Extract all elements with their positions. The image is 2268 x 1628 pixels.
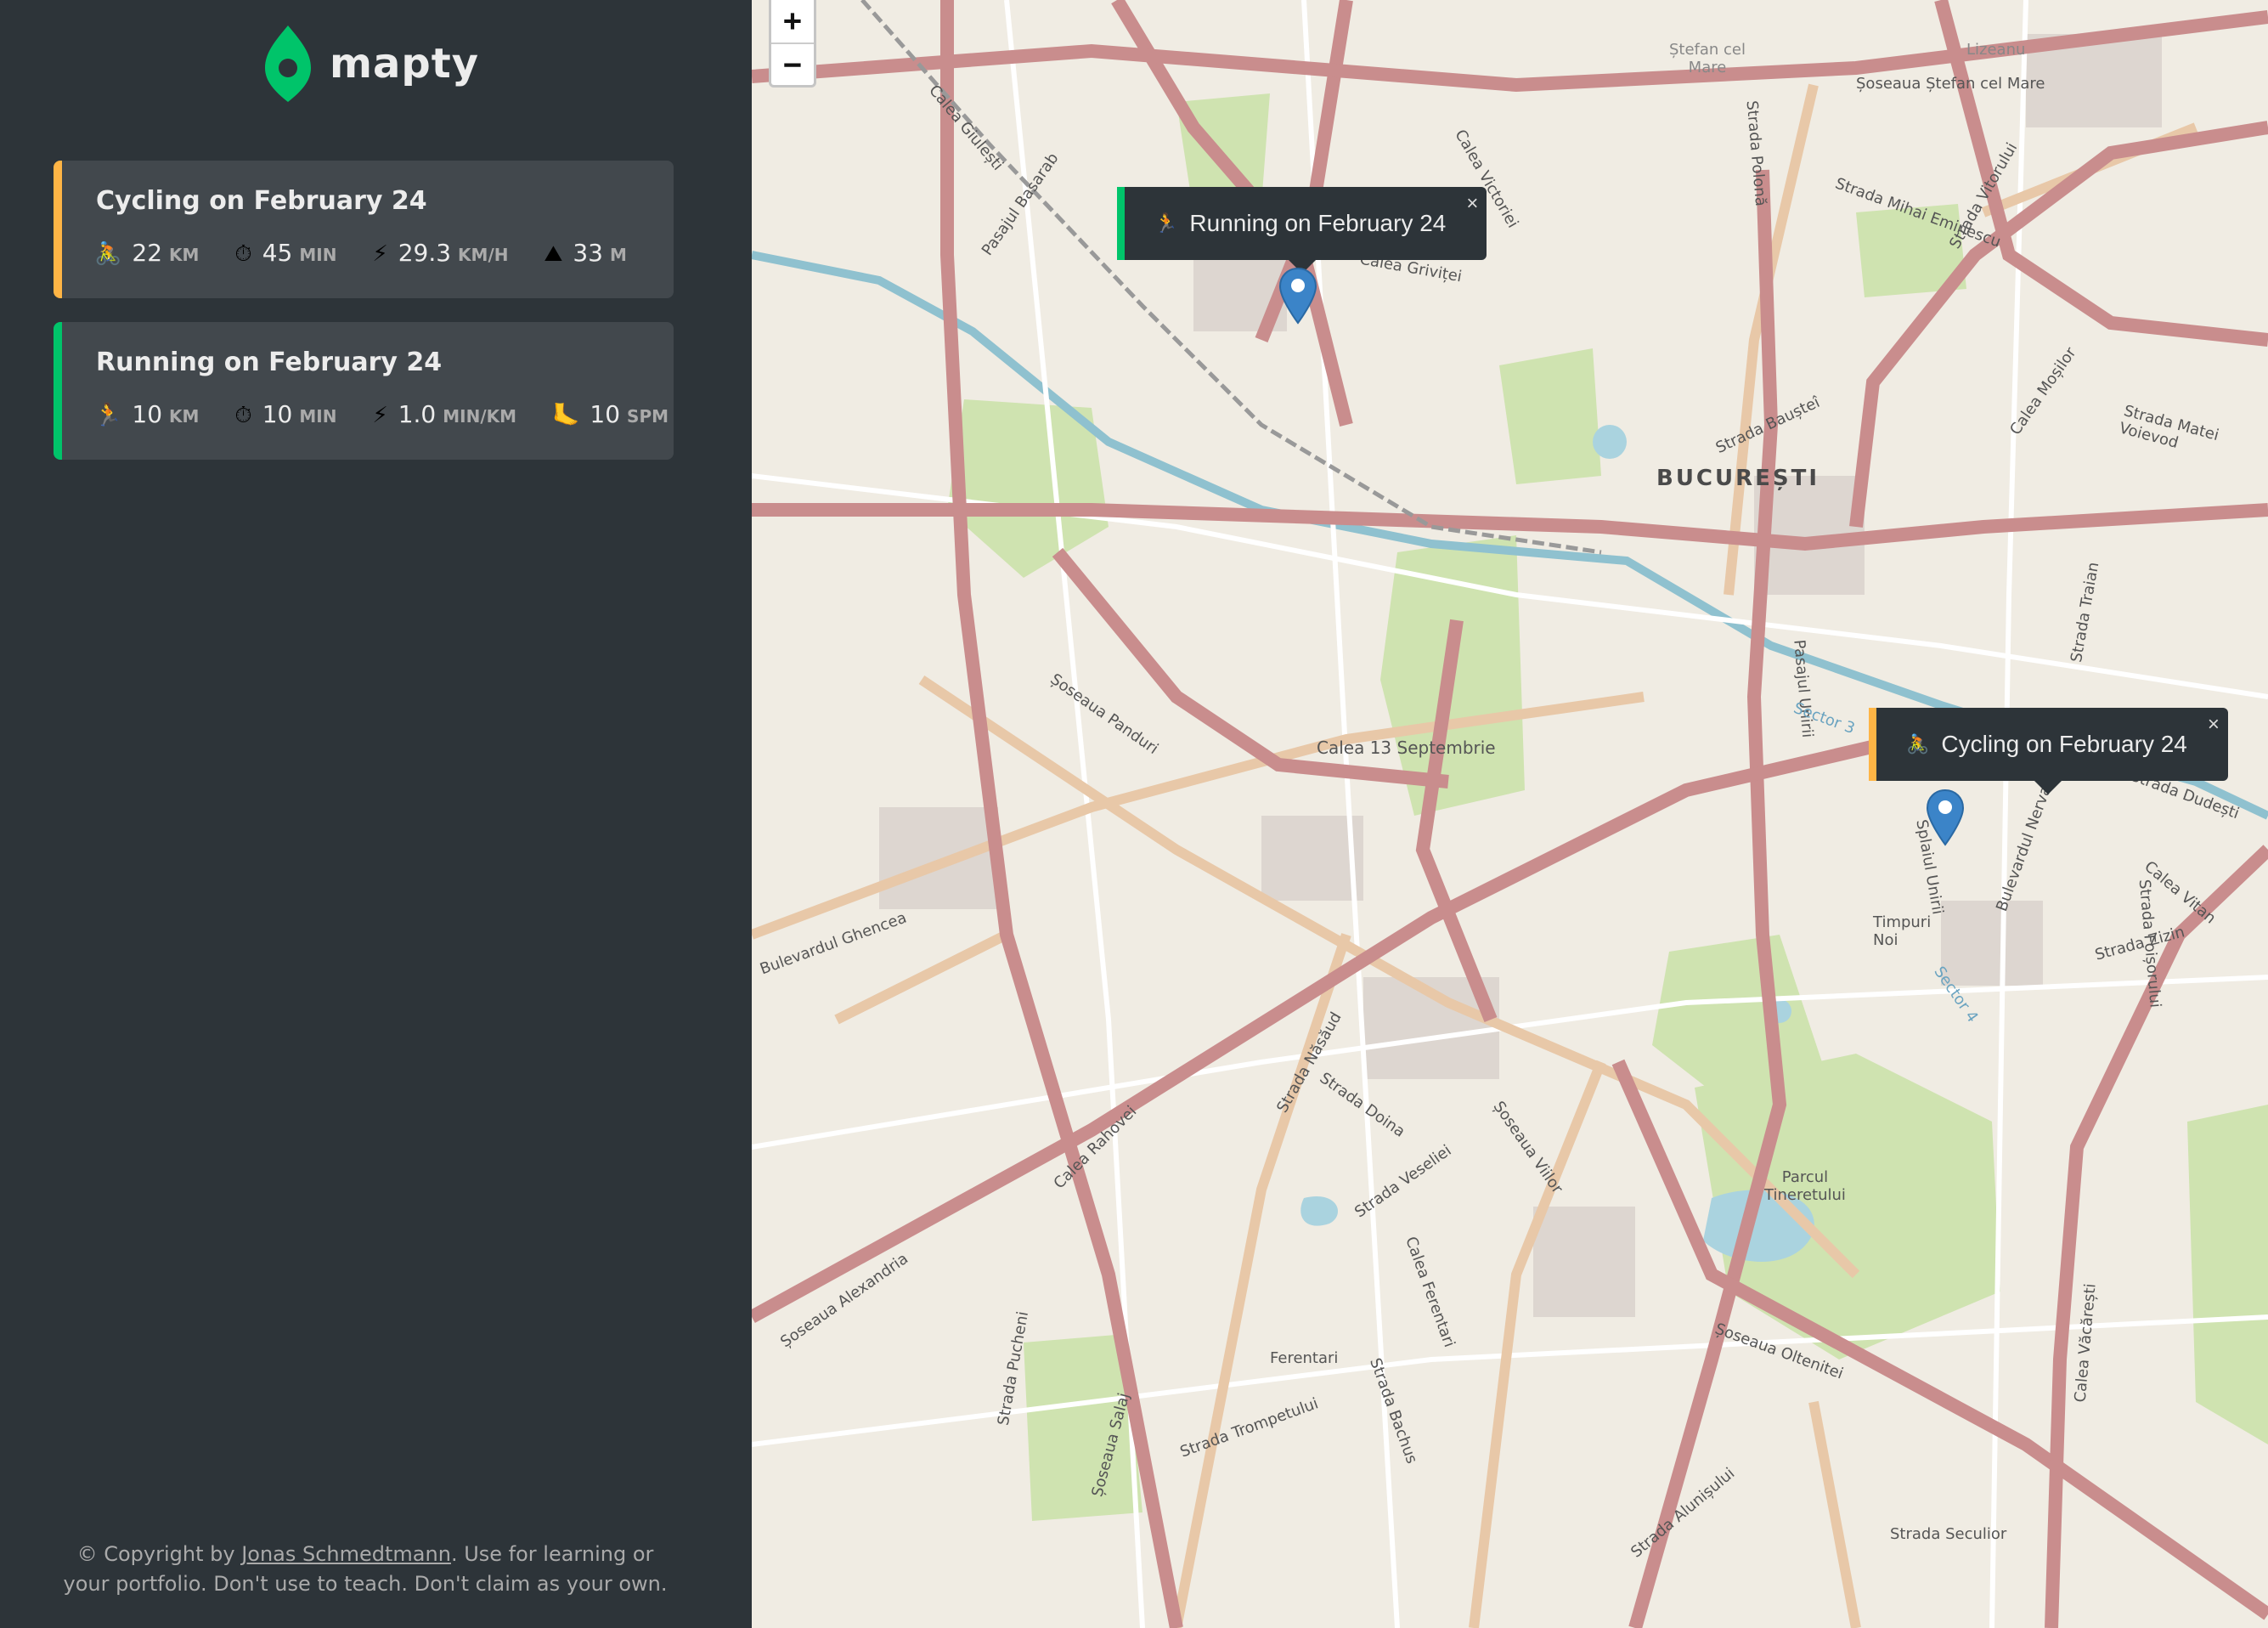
street-label: Strada Bachus [1366, 1355, 1421, 1467]
street-label: Strada Alunișului [1628, 1464, 1739, 1562]
stopwatch-icon: ⏱ [234, 403, 252, 428]
close-icon[interactable]: × [1466, 192, 1478, 216]
street-label: Strada Polonă [1742, 99, 1770, 207]
detail-speed: ⚡ 29.3 km/h [372, 239, 508, 267]
street-label: Timpuri Noi [1873, 913, 1932, 949]
copyright-footer: © Copyright by Jonas Schmedtmann. Use fo… [51, 1540, 680, 1599]
street-label: Calea Rahovei [1050, 1102, 1141, 1193]
street-label: Calea Ferentari [1402, 1234, 1458, 1350]
map-pin-logo-icon [265, 25, 311, 102]
detail-value: 45 [262, 239, 293, 267]
street-label: Șoseaua Salaj [1088, 1391, 1134, 1499]
street-label: Strada Trompetului [1177, 1394, 1321, 1461]
street-label: Strada Năsăud [1273, 1009, 1346, 1116]
street-label: Strada Traian [2067, 560, 2103, 664]
mountain-icon: ⛰ [544, 241, 563, 267]
street-label: Calea Moșilor [2006, 344, 2080, 438]
runner-icon: 🏃 [94, 403, 122, 428]
logo: mapty [263, 24, 479, 104]
street-label: Șoseaua Alexandria [777, 1249, 912, 1352]
workout-title: Cycling on February 24 [96, 186, 427, 216]
popup-cycling[interactable]: 🚴 Cycling on February 24 × [1869, 708, 2228, 794]
author-link[interactable]: Jonas Schmedtmann [241, 1542, 451, 1566]
stopwatch-icon: ⏱ [234, 241, 252, 267]
cycling-accent-bar [54, 161, 62, 298]
workout-title: Running on February 24 [96, 348, 443, 377]
detail-unit: min [299, 245, 337, 265]
detail-distance: 🏃 10 km [94, 400, 199, 428]
lightning-icon: ⚡ [372, 241, 388, 267]
street-label: Ferentari [1270, 1349, 1339, 1367]
street-label: Ștefan cel Mare [1668, 41, 1746, 76]
detail-unit: spm [627, 406, 669, 427]
runner-icon: 🏃 [1154, 212, 1178, 234]
detail-value: 1.0 [398, 400, 437, 428]
workout-details: 🚴 22 km ⏱ 45 min ⚡ 29.3 km/h ⛰ 33 m [94, 239, 663, 267]
workout-details: 🏃 10 km ⏱ 10 min ⚡ 1.0 min/km 🦶 10 spm [94, 400, 674, 428]
cyclist-icon: 🚴 [1906, 733, 1930, 755]
detail-unit: km/h [458, 245, 509, 265]
detail-pace: ⚡ 1.0 min/km [372, 400, 516, 428]
street-label: Șoseaua Panduri [1047, 670, 1162, 759]
footer-prefix: © Copyright by [76, 1542, 242, 1566]
detail-unit: km [169, 406, 200, 427]
detail-unit: km [169, 245, 200, 265]
map-marker-icon[interactable] [1278, 267, 1317, 325]
workout-card-cycling[interactable]: Cycling on February 24 🚴 22 km ⏱ 45 min … [54, 161, 674, 298]
street-label: Strada Baușteî [1712, 393, 1823, 457]
detail-unit: min/km [443, 406, 517, 427]
detail-value: 10 [590, 400, 621, 428]
app-name: mapty [330, 40, 479, 88]
workout-card-running[interactable]: Running on February 24 🏃 10 km ⏱ 10 min … [54, 322, 674, 460]
street-label: Strada Matei Voievod [2117, 402, 2221, 453]
detail-value: 29.3 [398, 239, 452, 267]
popup-label: Cycling on February 24 [1941, 731, 2187, 757]
street-label: Calea Văcărești [2071, 1282, 2100, 1404]
detail-unit: min [299, 406, 337, 427]
detail-value: 33 [573, 239, 603, 267]
street-label: Strada Veseliei [1351, 1141, 1455, 1222]
detail-cadence: 🦶 10 spm [552, 400, 669, 428]
cyclist-icon: 🚴 [94, 241, 122, 267]
sidebar: mapty Cycling on February 24 🚴 22 km ⏱ 4… [0, 0, 752, 1628]
street-label: Calea 13 Septembrie [1317, 738, 1496, 758]
street-label: Strada Seculior [1890, 1525, 2007, 1543]
street-label: Sector 4 [1930, 963, 1982, 1026]
city-label: BUCUREȘTI [1656, 466, 1820, 491]
street-label: Șoseaua Ștefan cel Mare [1856, 75, 2045, 93]
detail-distance: 🚴 22 km [94, 239, 199, 267]
detail-duration: ⏱ 10 min [234, 400, 336, 428]
detail-value: 10 [262, 400, 293, 428]
detail-unit: m [609, 245, 627, 265]
detail-value: 22 [132, 239, 163, 267]
street-label: Calea Giulești [925, 82, 1007, 174]
zoom-out-button[interactable]: − [771, 42, 814, 85]
detail-elevation: ⛰ 33 m [544, 239, 627, 267]
street-label: Strada Doina [1316, 1069, 1408, 1141]
popup-label: Running on February 24 [1189, 210, 1447, 236]
street-label: Șoseaua Oltenitei [1712, 1320, 1846, 1383]
running-accent-bar [54, 322, 62, 460]
detail-duration: ⏱ 45 min [234, 239, 336, 267]
zoom-control: + − [769, 0, 816, 88]
lightning-icon: ⚡ [372, 403, 388, 428]
map-marker-icon[interactable] [1926, 789, 1965, 846]
street-label: Lizeanu [1966, 41, 2026, 59]
street-label: Șoseaua Viilor [1489, 1098, 1566, 1197]
footprint-icon: 🦶 [552, 403, 580, 428]
street-label: Parcul Tineretului [1764, 1168, 1846, 1204]
detail-value: 10 [132, 400, 163, 428]
street-label: Strada Pucheni [994, 1309, 1033, 1427]
map[interactable]: BUCUREȘTI Calea 13 Septembrie Șoseaua Pa… [752, 0, 2268, 1628]
map-labels: BUCUREȘTI Calea 13 Septembrie Șoseaua Pa… [752, 0, 2268, 1628]
street-label: Bulevardul Ghencea [757, 908, 910, 979]
close-icon[interactable]: × [2208, 713, 2220, 737]
popup-running[interactable]: 🏃 Running on February 24 × [1117, 187, 1487, 274]
zoom-in-button[interactable]: + [771, 0, 814, 42]
